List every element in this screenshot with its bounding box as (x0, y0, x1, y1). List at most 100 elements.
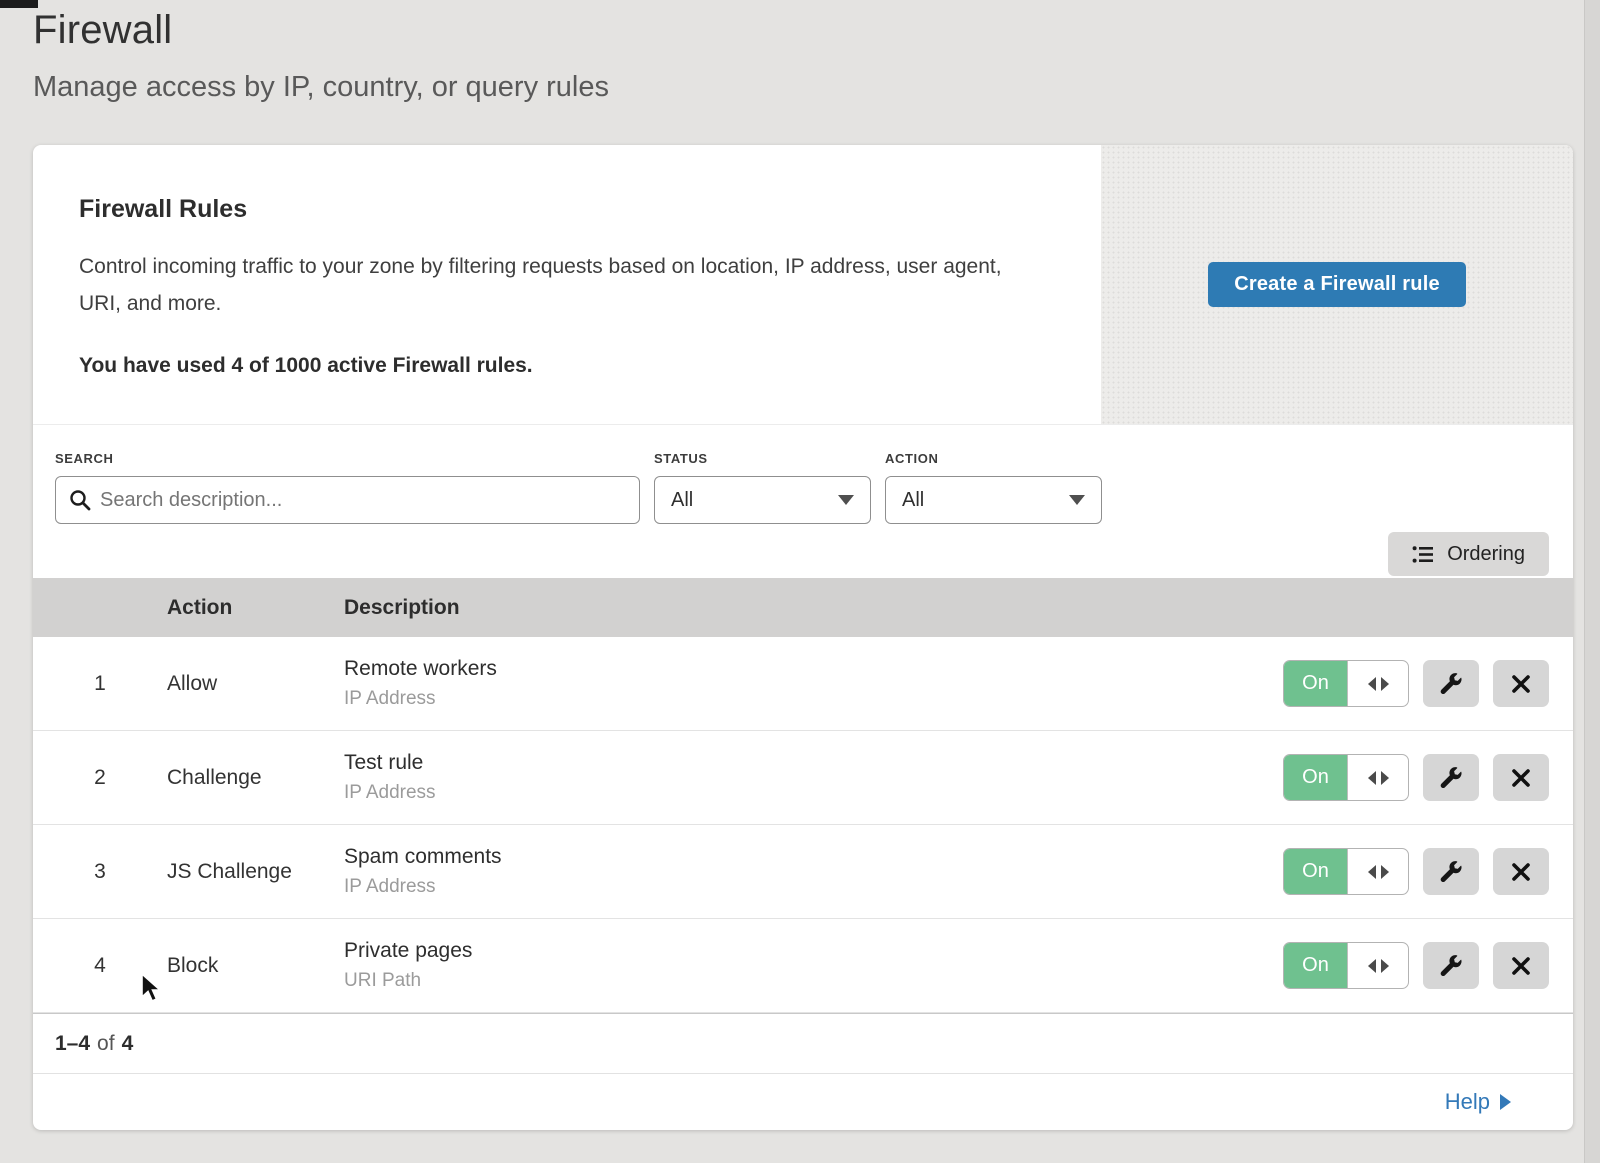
action-select[interactable]: All (885, 476, 1102, 524)
toggle-on-label: On (1284, 661, 1348, 706)
toggle-on-label: On (1284, 849, 1348, 894)
rule-description: Private pages (344, 939, 1283, 963)
firewall-page: { "page": { "title": "Firewall", "subtit… (0, 0, 1600, 1163)
pagination-range: 1–4 (55, 1032, 90, 1056)
edit-rule-button[interactable] (1423, 942, 1479, 989)
rule-enabled-toggle[interactable]: On (1283, 848, 1409, 895)
close-icon (1511, 956, 1531, 976)
close-icon (1511, 674, 1531, 694)
chevron-down-icon (838, 495, 854, 505)
window-edge-artifact (0, 0, 38, 8)
toggle-arrows-icon (1348, 755, 1408, 800)
status-select[interactable]: All (654, 476, 871, 524)
rule-match-type: IP Address (344, 688, 1283, 710)
delete-rule-button[interactable] (1493, 848, 1549, 895)
wrench-icon (1439, 766, 1463, 790)
pagination-bar: 1–4 of 4 (33, 1013, 1573, 1073)
firewall-rules-card: Firewall Rules Control incoming traffic … (33, 145, 1573, 1130)
wrench-icon (1439, 672, 1463, 696)
help-arrow-icon (1500, 1094, 1511, 1110)
filter-bar: SEARCH STATUS All ACTION All (33, 425, 1573, 578)
rule-priority: 4 (33, 954, 167, 978)
rule-action: Allow (167, 672, 344, 696)
rule-enabled-toggle[interactable]: On (1283, 942, 1409, 989)
table-header-row: Action Description (33, 578, 1573, 637)
rule-enabled-toggle[interactable]: On (1283, 754, 1409, 801)
action-select-value: All (902, 489, 924, 512)
rule-priority: 1 (33, 672, 167, 696)
rule-controls: On (1283, 848, 1549, 895)
help-link[interactable]: Help (1445, 1089, 1511, 1115)
rule-description: Test rule (344, 751, 1283, 775)
table-row: 4 Block Private pages URI Path On (33, 919, 1573, 1013)
toggle-arrows-icon (1348, 849, 1408, 894)
delete-rule-button[interactable] (1493, 942, 1549, 989)
action-column-header: Action (167, 596, 344, 620)
intro-text-block: Firewall Rules Control incoming traffic … (33, 145, 1101, 424)
rule-match-type: IP Address (344, 876, 1283, 898)
rule-controls: On (1283, 754, 1549, 801)
wrench-icon (1439, 954, 1463, 978)
delete-rule-button[interactable] (1493, 754, 1549, 801)
page-title: Firewall (33, 8, 609, 53)
card-title: Firewall Rules (79, 195, 1041, 224)
usage-note: You have used 4 of 1000 active Firewall … (79, 354, 1041, 378)
status-label: STATUS (654, 451, 871, 466)
pagination-total: 4 (122, 1032, 134, 1056)
card-description: Control incoming traffic to your zone by… (79, 248, 1039, 322)
edit-rule-button[interactable] (1423, 754, 1479, 801)
window-right-edge (1584, 0, 1600, 1163)
list-ordering-icon (1412, 545, 1434, 564)
rule-match-type: IP Address (344, 782, 1283, 804)
page-subtitle: Manage access by IP, country, or query r… (33, 71, 609, 104)
rule-description: Remote workers (344, 657, 1283, 681)
table-row: 1 Allow Remote workers IP Address On (33, 637, 1573, 731)
search-icon (69, 489, 91, 511)
close-icon (1511, 862, 1531, 882)
rule-priority: 3 (33, 860, 167, 884)
rule-description-cell: Private pages URI Path (344, 939, 1283, 992)
search-input-wrap (55, 476, 640, 524)
edit-rule-button[interactable] (1423, 848, 1479, 895)
page-header: Firewall Manage access by IP, country, o… (33, 8, 609, 104)
toggle-on-label: On (1284, 943, 1348, 988)
delete-rule-button[interactable] (1493, 660, 1549, 707)
pagination-of: of (97, 1032, 115, 1056)
rule-action: Block (167, 954, 344, 978)
search-input[interactable] (55, 476, 640, 524)
toggle-arrows-icon (1348, 943, 1408, 988)
toggle-arrows-icon (1348, 661, 1408, 706)
close-icon (1511, 768, 1531, 788)
table-row: 2 Challenge Test rule IP Address On (33, 731, 1573, 825)
rule-description: Spam comments (344, 845, 1283, 869)
rule-controls: On (1283, 660, 1549, 707)
rule-priority: 2 (33, 766, 167, 790)
description-column-header: Description (344, 596, 1573, 620)
rule-description-cell: Spam comments IP Address (344, 845, 1283, 898)
rule-controls: On (1283, 942, 1549, 989)
wrench-icon (1439, 860, 1463, 884)
edit-rule-button[interactable] (1423, 660, 1479, 707)
rule-match-type: URI Path (344, 970, 1283, 992)
search-label: SEARCH (55, 451, 640, 466)
ordering-button[interactable]: Ordering (1388, 532, 1549, 576)
rule-action: JS Challenge (167, 860, 344, 884)
toggle-on-label: On (1284, 755, 1348, 800)
status-select-value: All (671, 489, 693, 512)
action-field-group: ACTION All (885, 451, 1102, 578)
create-firewall-rule-button[interactable]: Create a Firewall rule (1208, 262, 1466, 307)
rule-description-cell: Remote workers IP Address (344, 657, 1283, 710)
action-label: ACTION (885, 451, 1102, 466)
intro-section: Firewall Rules Control incoming traffic … (33, 145, 1573, 425)
help-bar: Help (33, 1073, 1573, 1130)
rule-enabled-toggle[interactable]: On (1283, 660, 1409, 707)
rule-action: Challenge (167, 766, 344, 790)
rule-description-cell: Test rule IP Address (344, 751, 1283, 804)
chevron-down-icon (1069, 495, 1085, 505)
help-link-label: Help (1445, 1089, 1490, 1115)
status-field-group: STATUS All (654, 451, 871, 578)
table-row: 3 JS Challenge Spam comments IP Address … (33, 825, 1573, 919)
search-field-group: SEARCH (55, 451, 640, 578)
ordering-button-label: Ordering (1447, 543, 1525, 566)
create-rule-panel: Create a Firewall rule (1101, 145, 1573, 424)
